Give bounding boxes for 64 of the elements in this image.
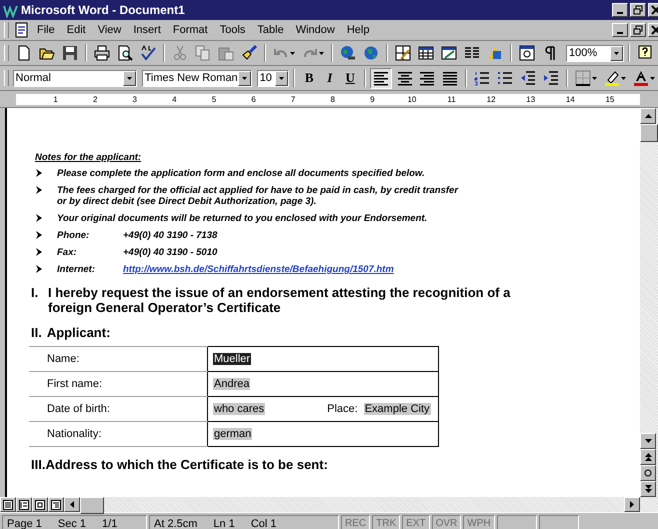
ruler-number: 1 [53,94,58,104]
menu-item[interactable]: File [32,24,60,36]
menu-item[interactable]: Tools [214,24,250,36]
menu-item[interactable]: Help [342,24,374,36]
section-heading: I hereby request the issue of an endorsement attesting the recognition of a foreign General Operator’s Certificate [48,285,512,315]
form-label: Place: [327,403,358,415]
status-text: At 2.5cm [154,518,198,529]
ruler-number: 14 [566,94,575,104]
form-field[interactable]: Mueller [213,353,252,365]
menu-item[interactable]: Insert [128,24,166,36]
ruler-number: 2 [92,94,98,104]
ruler-number: 13 [526,94,536,104]
contact-label: Phone: [57,230,90,241]
underline-button[interactable]: U [340,68,360,88]
style-dropdown[interactable]: Normal [12,70,137,86]
ruler-number: 10 [407,94,416,104]
section-number: II. [31,325,42,340]
form-label: Nationality: [29,422,208,446]
ruler-number: 9 [370,94,375,104]
note-text: The fees charged for the official act applied for have to be paid in cash, by credit transfer or by direct debit (see Direct Debit Authorization, page 3). [57,185,460,207]
menu-item[interactable]: View [92,24,126,36]
status-text: Col 1 [250,518,277,529]
ruler-number: 3 [132,94,137,104]
contact-value: +49(0) 40 3190 - 5010 [123,247,218,258]
section-heading: Address to which the Certificate is to be sent: [45,457,329,472]
ruler-number: 11 [447,94,456,104]
menu-item[interactable]: Format [168,24,213,36]
contact-label: Fax: [57,247,78,258]
notes-heading: Notes for the applicant: [35,152,142,163]
form-label: Date of birth: [29,396,208,422]
contact-value: +49(0) 40 3190 - 7138 [123,230,218,241]
window-title: Microsoft Word - Document1 [21,3,186,17]
font-size-dropdown[interactable]: 10 [256,70,290,86]
bold-button[interactable]: B [299,68,319,88]
status-text: 1/1 [102,518,118,529]
ruler-number: 7 [290,94,296,104]
ruler-number: 12 [486,94,496,104]
note-text: Your original documents will be returned to you enclosed with your Endorsement. [57,213,428,224]
section-heading: Applicant: [46,325,112,340]
ruler-number: 4 [172,94,177,104]
status-text: Page 1 [7,518,42,529]
section-number: III. [31,457,46,472]
ruler-number: 5 [212,94,216,104]
note-text: Please complete the application form and enclose all documents specified below. [57,168,426,179]
menu-item[interactable]: Window [290,24,340,36]
form-field[interactable]: who cares [213,403,266,415]
contact-label: Internet: [57,264,96,275]
web-link[interactable]: http://www.bsh.de/Schiffahrtsdienste/Befaehigung/1507.htm [123,264,394,275]
italic-button[interactable]: I [320,68,340,88]
ruler-number: 15 [605,94,614,104]
menu-item[interactable]: Table [252,24,289,36]
form-field[interactable]: Andrea [213,378,250,390]
section-number: I. [31,285,40,302]
font-dropdown[interactable]: Times New Roman [142,70,252,86]
status-text: Sec 1 [58,518,86,529]
form-label: Name: [29,346,208,372]
ruler-number: 6 [251,94,256,104]
form-field[interactable]: german [213,428,252,440]
form-field[interactable]: Example City [364,403,431,415]
zoom-dropdown[interactable]: 100% [566,44,624,62]
menu-item[interactable]: Edit [62,24,91,36]
form-label: First name: [29,372,208,396]
status-text: Ln 1 [213,518,235,529]
ruler-number: 8 [330,94,335,104]
